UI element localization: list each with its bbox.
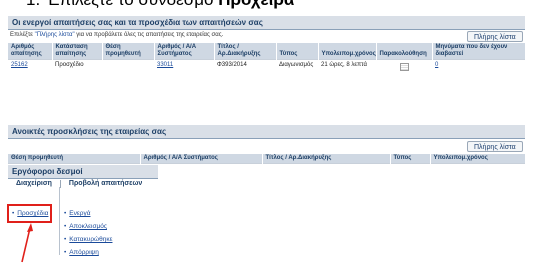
- pointer-arrow-icon: [21, 223, 33, 263]
